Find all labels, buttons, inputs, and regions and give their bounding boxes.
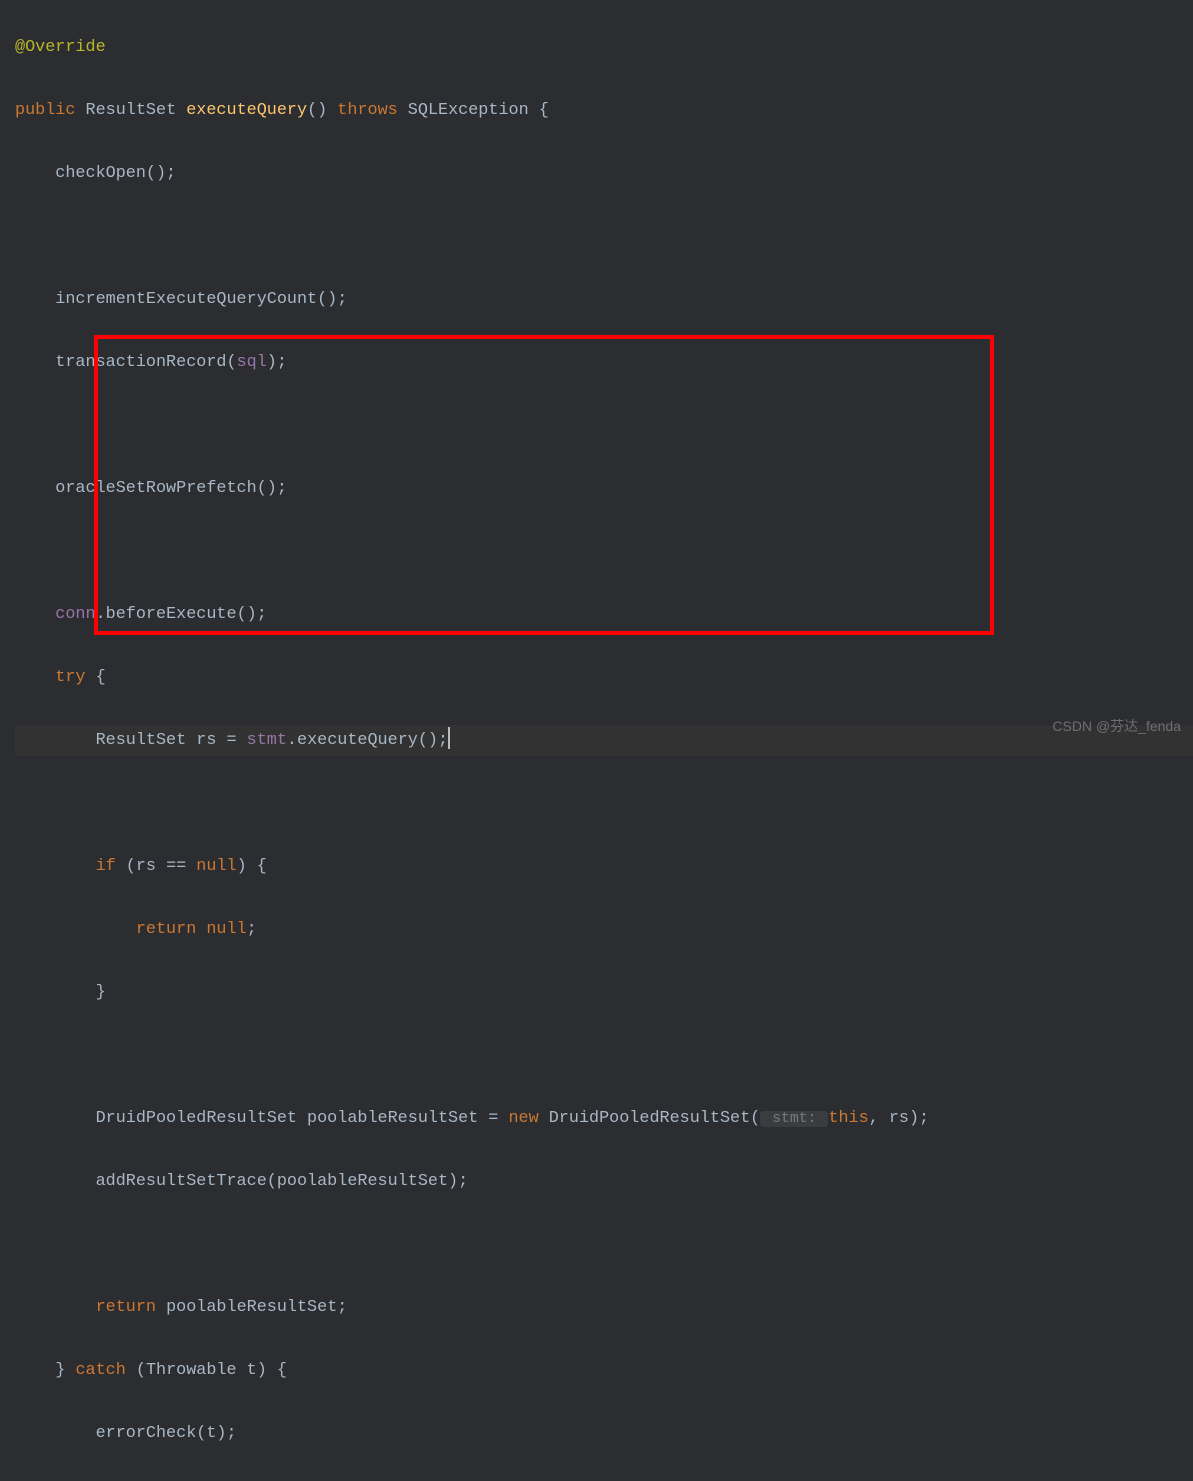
return-type: ResultSet <box>75 101 186 120</box>
code-line[interactable]: DruidPooledResultSet poolableResultSet =… <box>15 1103 1193 1135</box>
text-cursor <box>448 727 450 749</box>
code-line[interactable]: incrementExecuteQueryCount(); <box>15 284 1193 316</box>
code-text: incrementExecuteQueryCount(); <box>15 290 347 309</box>
code-line[interactable] <box>15 221 1193 253</box>
keyword-throws: throws <box>337 101 397 120</box>
code-line[interactable]: } catch (Throwable t) { <box>15 1355 1193 1387</box>
code-text: (rs == <box>116 857 197 876</box>
code-line[interactable]: return null; <box>15 914 1193 946</box>
code-line-active[interactable]: ResultSet rs = stmt.executeQuery(); <box>15 725 1193 757</box>
code-line[interactable]: if (rs == null) { <box>15 851 1193 883</box>
param-hint: stmt: <box>760 1111 828 1127</box>
keyword-this: this <box>828 1109 868 1128</box>
code-line[interactable] <box>15 410 1193 442</box>
code-line[interactable] <box>15 1229 1193 1261</box>
field-ref: sql <box>237 353 267 372</box>
code-line[interactable] <box>15 1040 1193 1072</box>
keyword-if: if <box>15 857 116 876</box>
field-ref: stmt <box>247 731 287 750</box>
code-text: .executeQuery(); <box>287 731 448 750</box>
code-line[interactable]: addResultSetTrace(poolableResultSet); <box>15 1166 1193 1198</box>
keyword-public: public <box>15 101 75 120</box>
code-line[interactable]: return poolableResultSet; <box>15 1292 1193 1324</box>
code-text: DruidPooledResultSet poolableResultSet = <box>15 1109 508 1128</box>
code-text: , rs); <box>869 1109 929 1128</box>
code-line[interactable]: } <box>15 977 1193 1009</box>
code-text: SQLException { <box>398 101 549 120</box>
code-text: poolableResultSet; <box>156 1298 347 1317</box>
code-line[interactable]: oracleSetRowPrefetch(); <box>15 473 1193 505</box>
watermark: CSDN @芬达_fenda <box>1052 711 1181 743</box>
code-line[interactable] <box>15 788 1193 820</box>
keyword-catch: catch <box>75 1361 125 1380</box>
code-text: { <box>86 668 106 687</box>
code-text: errorCheck(t); <box>15 1424 237 1443</box>
code-line[interactable]: conn.beforeExecute(); <box>15 599 1193 631</box>
code-text: ResultSet rs = <box>15 731 247 750</box>
code-line[interactable]: transactionRecord(sql); <box>15 347 1193 379</box>
code-line[interactable]: errorCheck(t); <box>15 1418 1193 1450</box>
code-line[interactable]: try { <box>15 662 1193 694</box>
method-name: executeQuery <box>186 101 307 120</box>
keyword-try: try <box>15 668 86 687</box>
code-text: } <box>15 983 106 1002</box>
code-text: } <box>15 1361 75 1380</box>
field-ref: conn <box>15 605 96 624</box>
code-text: addResultSetTrace(poolableResultSet); <box>15 1172 468 1191</box>
code-line[interactable]: @Override <box>15 32 1193 64</box>
code-text: oracleSetRowPrefetch(); <box>15 479 287 498</box>
code-editor[interactable]: @Override public ResultSet executeQuery(… <box>0 0 1193 1481</box>
keyword-return-null: return null <box>15 920 247 939</box>
code-text: .beforeExecute(); <box>96 605 267 624</box>
code-text: DruidPooledResultSet( <box>539 1109 761 1128</box>
keyword-return: return <box>15 1298 156 1317</box>
code-text: transactionRecord( <box>15 353 237 372</box>
code-text: checkOpen(); <box>15 164 176 183</box>
code-text: ; <box>247 920 257 939</box>
code-text: (Throwable t) { <box>126 1361 287 1380</box>
code-text: ); <box>267 353 287 372</box>
code-text: ) { <box>237 857 267 876</box>
annotation-text: @Override <box>15 38 106 57</box>
code-line[interactable]: public ResultSet executeQuery() throws S… <box>15 95 1193 127</box>
code-line[interactable]: checkOpen(); <box>15 158 1193 190</box>
code-text: () <box>307 101 337 120</box>
keyword-new: new <box>508 1109 538 1128</box>
code-line[interactable] <box>15 536 1193 568</box>
keyword-null: null <box>196 857 236 876</box>
